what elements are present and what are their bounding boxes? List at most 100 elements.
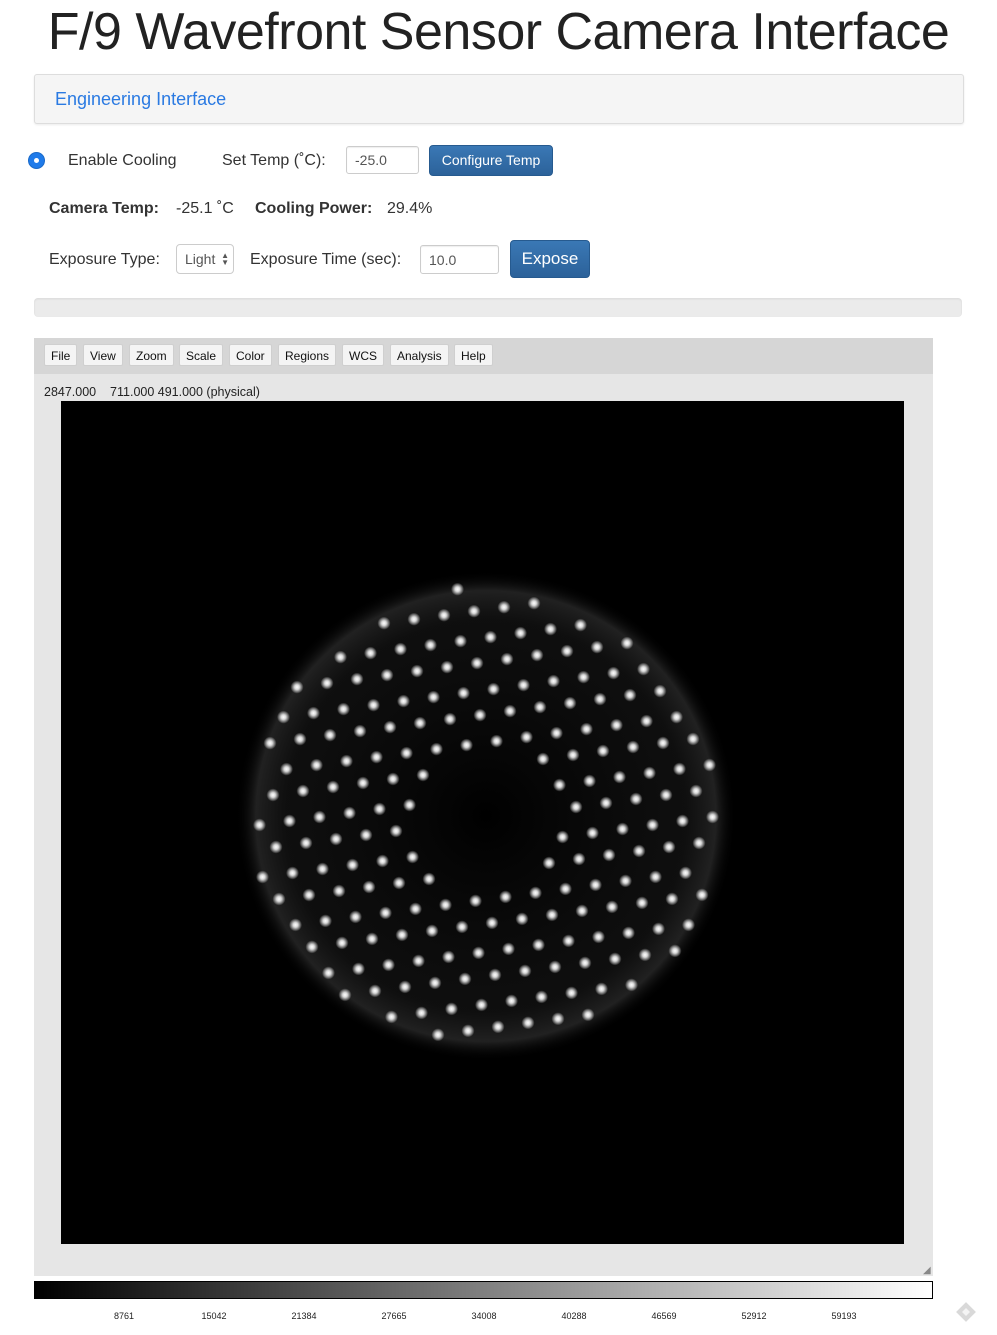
spot	[410, 664, 424, 678]
spot	[305, 940, 319, 954]
colorbar-tick: 8761	[113, 1311, 135, 1321]
menu-help[interactable]: Help	[454, 344, 493, 366]
spot	[322, 966, 335, 980]
spot	[293, 732, 307, 746]
expose-button[interactable]: Expose	[510, 240, 590, 278]
engineering-interface-link[interactable]: Engineering Interface	[55, 89, 226, 110]
exposure-type-select[interactable]: Light ▲ ▼	[176, 244, 234, 274]
spot	[280, 762, 293, 776]
spot	[521, 1016, 535, 1030]
spot	[623, 688, 637, 702]
spot	[373, 802, 386, 816]
coordinate-readout: 2847.000 711.000 491.000 (physical)	[44, 385, 260, 399]
spot	[398, 980, 412, 994]
menu-regions[interactable]: Regions	[278, 344, 337, 366]
spot	[563, 696, 577, 710]
enable-cooling-radio-icon[interactable]	[28, 152, 45, 169]
spot	[503, 704, 517, 718]
spot	[359, 828, 373, 842]
spot	[502, 942, 515, 956]
spot	[578, 956, 592, 970]
spot	[542, 856, 556, 870]
spot	[686, 732, 700, 746]
spot	[407, 612, 421, 626]
spot	[335, 936, 349, 950]
spot	[455, 920, 469, 934]
spot	[562, 934, 575, 948]
spot	[646, 818, 659, 832]
menu-file[interactable]: File	[44, 344, 78, 366]
exposure-type-label: Exposure Type:	[49, 251, 160, 268]
spot	[659, 788, 673, 802]
spot	[437, 608, 451, 622]
spot	[565, 986, 578, 1000]
physical-coords: 711.000 491.000 (physical)	[110, 385, 260, 399]
colorbar-tick: 15042	[201, 1311, 227, 1321]
spot	[379, 906, 392, 920]
spot	[412, 954, 425, 968]
spot	[497, 600, 511, 614]
spot	[559, 882, 572, 896]
spot	[610, 718, 623, 732]
exposure-time-input[interactable]	[420, 245, 499, 274]
menu-scale[interactable]: Scale	[179, 344, 224, 366]
spot	[310, 758, 323, 772]
spot	[553, 778, 566, 792]
spot	[326, 780, 340, 794]
spot	[386, 772, 400, 786]
pupil-halo	[236, 571, 736, 1061]
spot	[416, 768, 430, 782]
spot	[556, 830, 569, 844]
spot	[529, 886, 542, 900]
spot	[382, 958, 395, 972]
spot	[515, 912, 529, 926]
spot	[289, 918, 302, 932]
exposure-progress-bar	[34, 298, 962, 317]
wavefront-image[interactable]	[61, 401, 904, 1244]
spot	[626, 740, 640, 754]
spot	[652, 922, 665, 936]
menu-zoom[interactable]: Zoom	[129, 344, 174, 366]
spot	[353, 724, 367, 738]
feedback-icon[interactable]	[954, 1300, 978, 1324]
spot	[367, 698, 380, 712]
engineering-panel: Engineering Interface	[34, 74, 964, 124]
configure-temp-button[interactable]: Configure Temp	[429, 145, 553, 176]
spot	[692, 836, 706, 850]
resize-grip-icon[interactable]: ◢	[923, 1266, 933, 1276]
set-temp-label: Set Temp (˚C):	[222, 152, 326, 169]
spot	[706, 810, 719, 824]
spot	[346, 858, 359, 872]
colorbar-tick: 21384	[291, 1311, 317, 1321]
menu-analysis[interactable]: Analysis	[390, 344, 449, 366]
spot	[668, 944, 682, 958]
spot	[475, 998, 488, 1012]
spot	[619, 874, 632, 888]
camera-temp-label: Camera Temp:	[49, 200, 159, 217]
spot	[313, 810, 326, 824]
spot	[356, 776, 370, 790]
spot	[662, 840, 676, 854]
spot	[673, 762, 686, 776]
ds9-menubar: File View Zoom Scale Color Regions WCS A…	[34, 338, 933, 374]
camera-temp-value: -25.1 ˚C	[176, 200, 234, 217]
spot	[256, 870, 269, 884]
set-temp-input[interactable]	[346, 146, 419, 174]
spot	[352, 962, 365, 976]
spot	[595, 982, 608, 996]
spot	[592, 930, 605, 944]
colorbar-tick: 34008	[471, 1311, 497, 1321]
colorbar-tick: 46569	[651, 1311, 677, 1321]
spot	[329, 832, 343, 846]
spot	[518, 964, 532, 978]
spot	[343, 806, 356, 820]
spot	[400, 746, 413, 760]
menu-wcs[interactable]: WCS	[342, 344, 384, 366]
exposure-time-label: Exposure Time (sec):	[250, 251, 402, 268]
menu-color[interactable]: Color	[229, 344, 272, 366]
menu-view[interactable]: View	[83, 344, 123, 366]
cooling-power-label: Cooling Power:	[255, 200, 373, 217]
spot	[566, 748, 580, 762]
spot	[551, 1012, 565, 1026]
spot	[637, 662, 650, 676]
